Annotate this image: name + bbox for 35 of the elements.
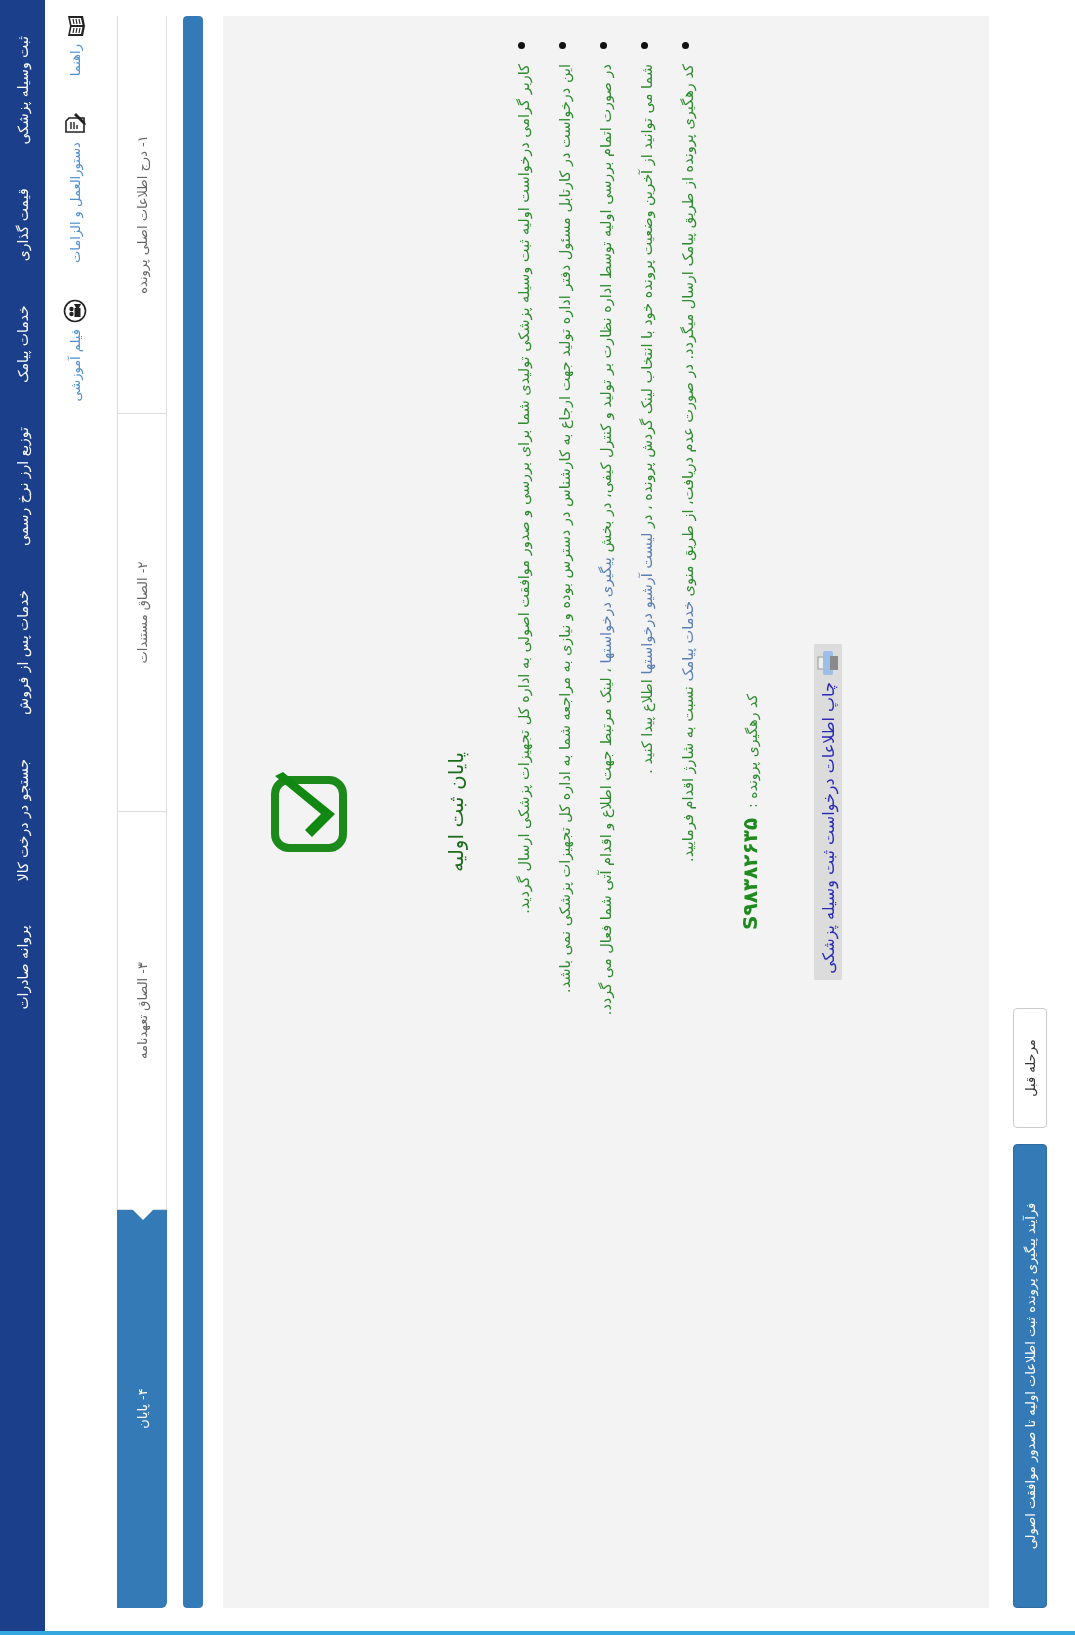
nav-menu-item[interactable]: پروانه صادرات	[14, 903, 31, 1032]
nav-menu-item[interactable]: توزیع ارز نرخ رسمی	[14, 405, 31, 568]
video-camera-icon	[63, 299, 87, 324]
info-text: کد رهگیری پرونده از طریق پیامک ارسال میگردد. در صورت عدم دریافت، از طریق منوی خدمات پیامک نسبت به شارژ اقدام فرمایید.	[679, 64, 698, 862]
bullet-dot	[682, 42, 689, 49]
wizard-step[interactable]: ۲- الصاق مستندات	[117, 414, 167, 812]
tracking-code: S۹۸۳۸۲۶۳۵	[738, 817, 762, 930]
text-link[interactable]: خدمات پیامک	[680, 601, 696, 682]
process-button[interactable]: فرآیند پیگیری پرونده ثبت اطلاعات اولیه تا صدور موافقت اصولی	[1013, 1144, 1047, 1608]
text-link[interactable]: لیست آرشیو درخواستها	[639, 532, 655, 675]
printer-icon	[817, 650, 839, 677]
help-link[interactable]: فیلم آموزشی	[63, 299, 87, 402]
nav-menu-item[interactable]: خدمات پس از فروش	[14, 568, 31, 737]
info-text: در صورت اتمام بررسی اولیه توسط اداره نظارت بر تولید و کنترل کیفی، در بخش پیگیری درخواستها ، لینک مرتبط جهت اطلاع و اقدام آتی شما فعال می گردد.	[596, 64, 616, 1016]
wizard-step[interactable]: ۴- پایان	[117, 1210, 167, 1608]
bullet-dot	[641, 42, 648, 49]
nav-menu-item[interactable]: قیمت گذاری	[14, 166, 31, 284]
previous-step-button[interactable]: مرحله قبل	[1013, 1008, 1047, 1128]
wizard-step[interactable]: ۱- درج اطلاعات اصلی پرونده	[117, 16, 167, 414]
nav-menu-item[interactable]: جستجو در درخت کالا	[14, 736, 31, 904]
wizard-step[interactable]: ۳- الصاق تعهدنامه	[117, 812, 167, 1210]
text-link[interactable]: پیگیری درخواستها	[598, 557, 614, 664]
bullet-dot	[600, 42, 607, 49]
nav-menu-item[interactable]: ثبت وسیله پزشکی	[14, 14, 31, 167]
info-text: کاربر گرامی درخواست اولیه ثبت وسیله پزشکی تولیدی شما برای بررسی و صدور موافقت اصولی به اداره کل تجهیزات پزشکی ارسال گردید.	[515, 64, 534, 914]
nav-menu-item[interactable]: خدمات پیامک	[14, 283, 31, 406]
bullet-dot	[559, 42, 566, 49]
help-link[interactable]: راهنما	[63, 14, 87, 77]
info-text: این درخواست در کارتابل مسئول دفتر اداره تولید جهت ارجاع به کارشناس در دسترس بوده و نیازی به مراجعه شما به اداره کل تجهیزات پزشکی نمی باشد.	[556, 64, 575, 993]
print-button[interactable]: چاپ اطلاعات درخواست ثبت وسیله پزشکی	[814, 644, 842, 980]
bullet-dot	[518, 42, 525, 49]
help-link[interactable]: دستورالعمل و الزامات	[63, 112, 87, 264]
tracking-label: کد رهگیری پرونده :	[744, 694, 760, 808]
info-text: شما می توانید از آخرین وضعیت پرونده خود با انتخاب لینک گردش پرونده ، در لیست آرشیو درخواستها اطلاع پیدا کنید .	[637, 64, 657, 774]
completion-title: پایان ثبت اولیه	[444, 752, 468, 872]
